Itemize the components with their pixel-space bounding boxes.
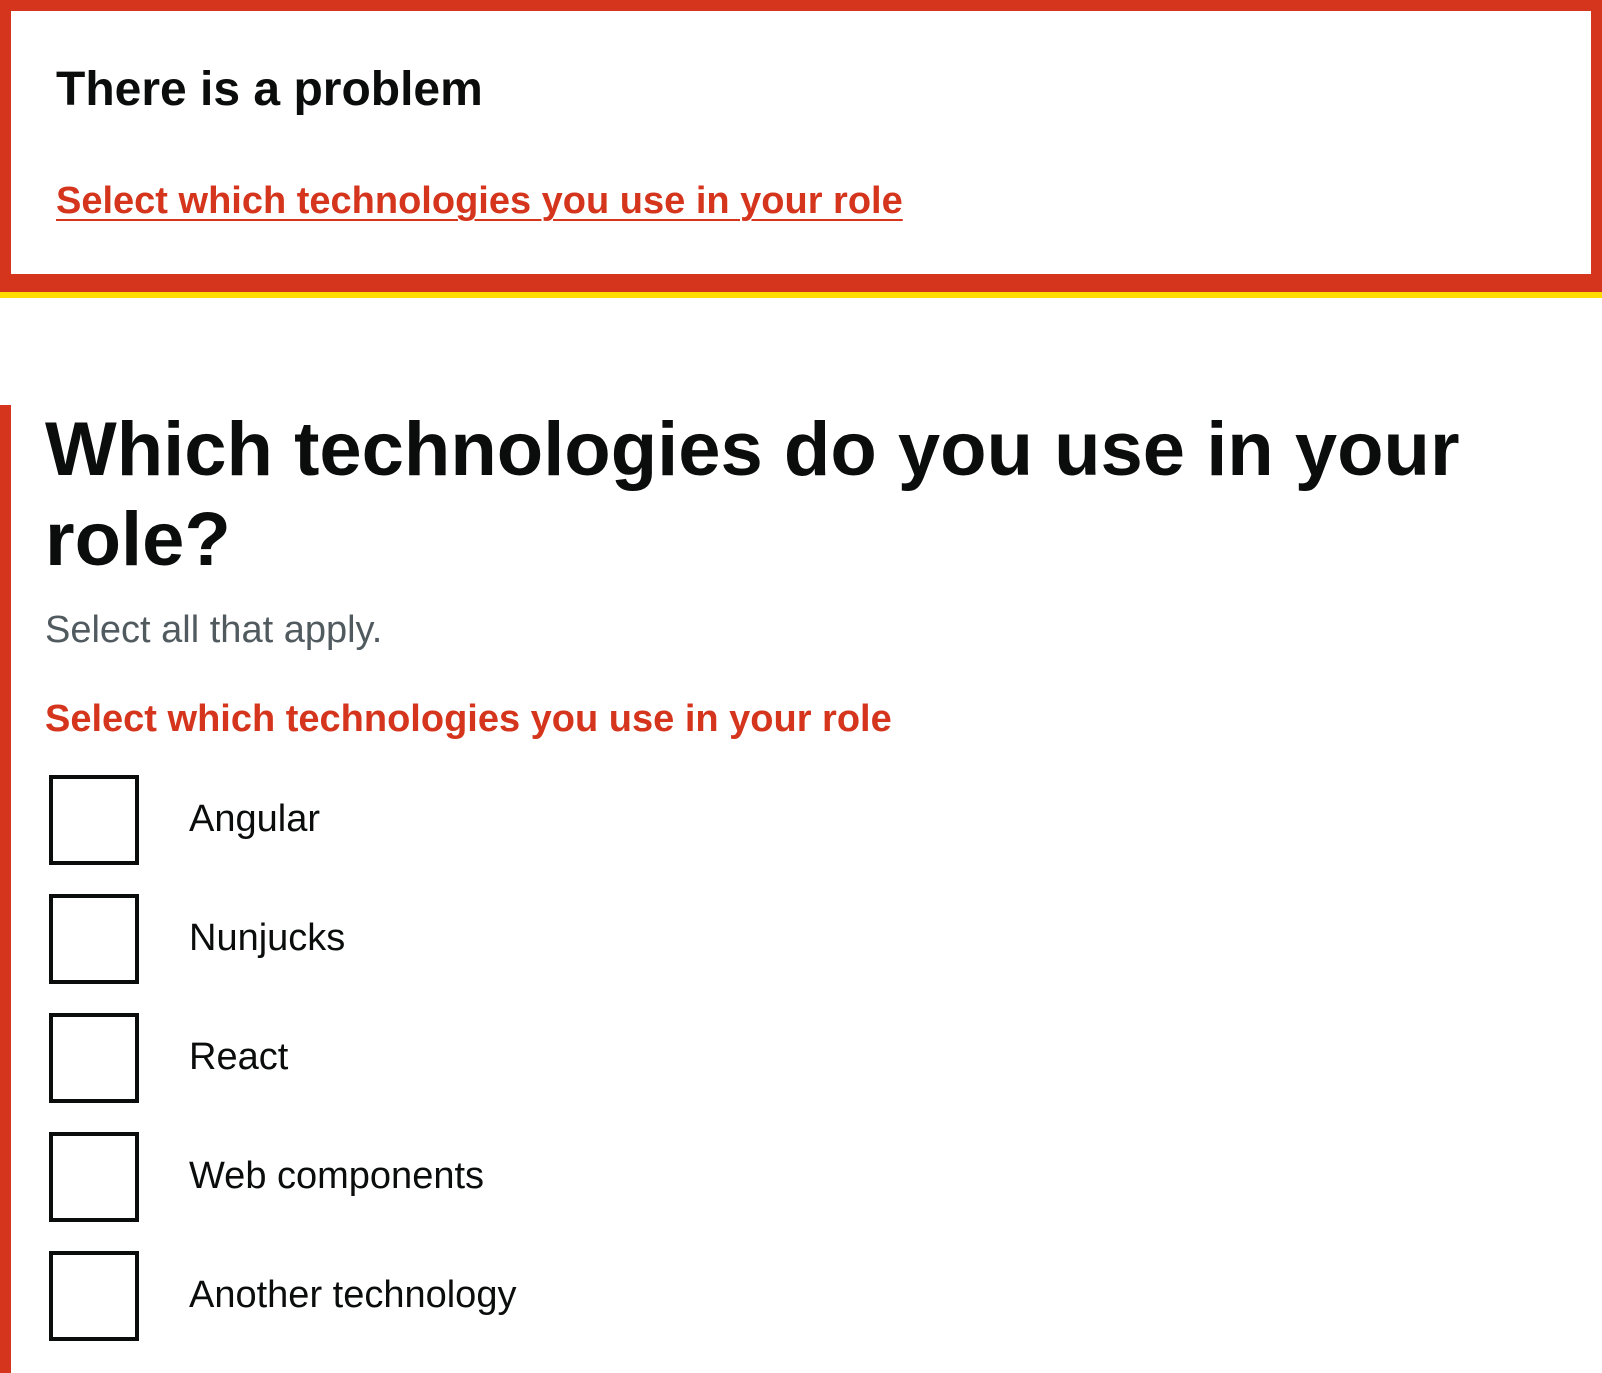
error-summary: There is a problem Select which technolo… — [0, 0, 1602, 298]
question-hint: Select all that apply. — [45, 609, 383, 651]
checkbox-item-nunjucks[interactable]: Nunjucks — [49, 894, 949, 984]
checkbox-label[interactable]: Angular — [189, 797, 320, 843]
error-summary-title: There is a problem — [56, 63, 483, 116]
checkbox-label[interactable]: Nunjucks — [189, 916, 345, 962]
checkbox-another-technology[interactable] — [49, 1251, 139, 1341]
technologies-form-group: Which technologies do you use in your ro… — [0, 405, 1602, 1373]
checkbox-nunjucks[interactable] — [49, 894, 139, 984]
checkbox-item-another-technology[interactable]: Another technology — [49, 1251, 949, 1341]
error-summary-link[interactable]: Select which technologies you use in you… — [56, 179, 903, 225]
checkbox-item-react[interactable]: React — [49, 1013, 949, 1103]
checkbox-item-angular[interactable]: Angular — [49, 775, 949, 865]
question-title: Which technologies do you use in your ro… — [45, 407, 1460, 582]
checkbox-label[interactable]: React — [189, 1035, 288, 1081]
checkbox-item-web-components[interactable]: Web components — [49, 1132, 949, 1222]
checkbox-label[interactable]: Another technology — [189, 1273, 516, 1319]
checkbox-web-components[interactable] — [49, 1132, 139, 1222]
error-message: Select which technologies you use in you… — [45, 698, 892, 740]
checkbox-react[interactable] — [49, 1013, 139, 1103]
checkbox-angular[interactable] — [49, 775, 139, 865]
checkbox-label[interactable]: Web components — [189, 1154, 484, 1200]
